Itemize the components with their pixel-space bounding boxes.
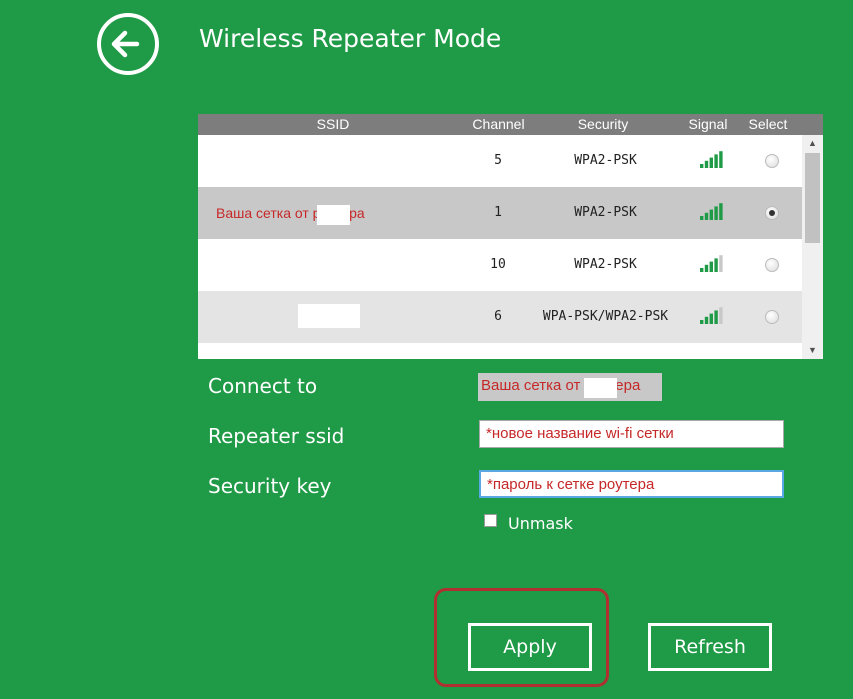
header-ssid: SSID [316,116,350,132]
signal-icon [700,306,724,324]
redaction-mask [584,378,617,398]
signal-icon [700,150,724,168]
select-radio[interactable] [765,310,779,324]
redaction-mask [298,304,360,328]
arrow-left-icon [111,30,140,58]
row-security: WPA2-PSK [574,205,637,220]
table-header: SSID Channel Security Signal Select [198,114,823,135]
refresh-button[interactable]: Refresh [648,623,772,671]
connect-to-value: Ваша сетка от роутера [478,373,662,401]
table-row[interactable]: 10 WPA2-PSK [198,239,802,291]
select-radio[interactable] [765,258,779,272]
scroll-down-arrow-icon[interactable]: ▼ [802,342,823,359]
scroll-thumb[interactable] [805,153,820,243]
unmask-label: Unmask [508,514,573,533]
scroll-up-arrow-icon[interactable]: ▲ [802,135,823,152]
apply-button[interactable]: Apply [468,623,592,671]
table-body: 5 WPA2-PSK Ваша сетка от роутера 1 WPA2-… [198,135,802,359]
repeater-ssid-input[interactable]: *новое название wi-fi сетки [479,420,784,448]
signal-icon [700,254,724,272]
header-security: Security [577,116,629,132]
security-key-input[interactable]: *пароль к сетке роутера [479,470,784,498]
connect-to-label: Connect to [208,374,318,398]
header-select: Select [748,116,788,132]
security-key-label: Security key [208,474,332,498]
table-row[interactable]: Ваша сетка от роутера 1 WPA2-PSK [198,187,802,239]
table-row[interactable]: 5 WPA2-PSK [198,135,802,187]
header-channel: Channel [472,116,525,132]
table-row-partial[interactable] [198,343,802,359]
redaction-mask [317,205,350,225]
row-security: WPA2-PSK [574,153,637,168]
row-security: WPA-PSK/WPA2-PSK [542,309,669,324]
network-table: SSID Channel Security Signal Select 5 WP… [198,114,823,359]
unmask-checkbox[interactable] [484,514,497,527]
table-row[interactable]: 6 WPA-PSK/WPA2-PSK [198,291,802,343]
header-signal: Signal [688,116,728,132]
select-radio[interactable] [765,206,779,220]
repeater-ssid-label: Repeater ssid [208,424,345,448]
table-scrollbar[interactable]: ▲ ▼ [802,135,823,359]
select-radio[interactable] [765,154,779,168]
signal-icon [700,202,724,220]
row-security: WPA2-PSK [574,257,637,272]
page-title: Wireless Repeater Mode [199,24,502,53]
back-button[interactable] [97,13,159,75]
